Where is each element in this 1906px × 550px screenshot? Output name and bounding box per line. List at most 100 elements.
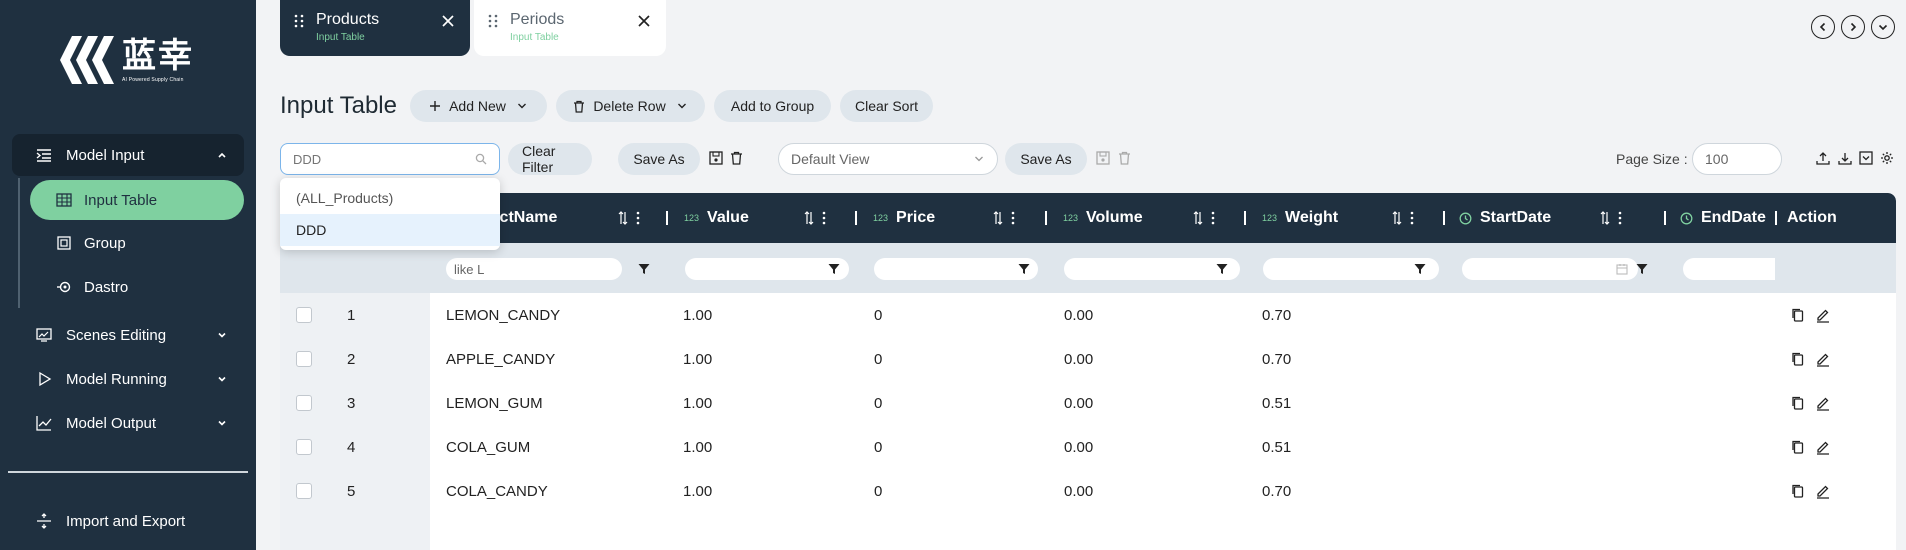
table-row[interactable]: 5 COLA_CANDY 1.00 0 0.00 0.70 (280, 469, 1896, 513)
row-checkbox[interactable] (296, 439, 312, 455)
close-icon[interactable] (636, 13, 652, 29)
edit-icon[interactable] (1815, 483, 1831, 499)
column-header-volume[interactable]: 123 Volume (1045, 193, 1245, 243)
column-header-weight[interactable]: 123 Weight (1244, 193, 1444, 243)
cell-value[interactable]: 1.00 (683, 337, 712, 381)
close-icon[interactable] (440, 13, 456, 29)
clear-sort-button[interactable]: Clear Sort (840, 90, 933, 122)
cell-price[interactable]: 0 (874, 337, 882, 381)
startdate-filter-input[interactable] (1462, 258, 1638, 280)
cell-volume[interactable]: 0.00 (1064, 293, 1093, 337)
row-checkbox[interactable] (296, 307, 312, 323)
cell-price[interactable]: 0 (874, 425, 882, 469)
save-icon[interactable] (708, 150, 724, 166)
column-header-price[interactable]: 123 Price (855, 193, 1045, 243)
cell-weight[interactable]: 0.70 (1262, 293, 1291, 337)
view-select[interactable]: Default View (778, 143, 998, 175)
cell-weight[interactable]: 0.70 (1262, 337, 1291, 381)
tab-products[interactable]: Products Input Table (280, 0, 470, 56)
edit-icon[interactable] (1815, 307, 1831, 323)
sidebar-item-model-running[interactable]: Model Running (12, 359, 244, 399)
edit-icon[interactable] (1815, 351, 1831, 367)
copy-icon[interactable] (1790, 351, 1806, 367)
sidebar-item-group[interactable]: Group (30, 223, 244, 263)
save-as-filter-button[interactable]: Save As (618, 143, 700, 175)
row-checkbox[interactable] (296, 351, 312, 367)
select-columns-icon[interactable] (1858, 150, 1874, 166)
add-new-button[interactable]: Add New (410, 90, 547, 122)
copy-icon[interactable] (1790, 307, 1806, 323)
sidebar-item-dastro[interactable]: Dastro (30, 267, 244, 307)
copy-icon[interactable] (1790, 395, 1806, 411)
sort-icon[interactable] (1193, 211, 1203, 225)
filter-icon[interactable] (828, 263, 840, 275)
save-as-view-button[interactable]: Save As (1005, 143, 1087, 175)
filter-icon[interactable] (1414, 263, 1426, 275)
tab-periods[interactable]: Periods Input Table (474, 0, 666, 56)
filter-icon[interactable] (1216, 263, 1228, 275)
page-size-input[interactable]: 100 (1692, 143, 1782, 175)
edit-icon[interactable] (1815, 395, 1831, 411)
cell-value[interactable]: 1.00 (683, 293, 712, 337)
sidebar-item-scenes-editing[interactable]: Scenes Editing (12, 315, 244, 355)
more-vertical-icon[interactable] (1211, 211, 1215, 225)
cell-price[interactable]: 0 (874, 381, 882, 425)
cell-value[interactable]: 1.00 (683, 381, 712, 425)
scroll-left-button[interactable] (1811, 15, 1835, 39)
sort-icon[interactable] (804, 211, 814, 225)
column-header-productname[interactable]: ductName (480, 193, 670, 243)
sidebar-item-input-table[interactable]: Input Table (30, 180, 244, 220)
cell-volume[interactable]: 0.00 (1064, 425, 1093, 469)
cell-weight[interactable]: 0.51 (1262, 381, 1291, 425)
cell-volume[interactable]: 0.00 (1064, 381, 1093, 425)
cell-price[interactable]: 0 (874, 293, 882, 337)
delete-row-button[interactable]: Delete Row (556, 90, 705, 122)
price-filter-input[interactable] (874, 258, 1038, 280)
cell-volume[interactable]: 0.00 (1064, 337, 1093, 381)
column-header-value[interactable]: 123 Value (666, 193, 856, 243)
volume-filter-input[interactable] (1064, 258, 1240, 280)
dropdown-option-all-products[interactable]: (ALL_Products) (280, 182, 500, 214)
cell-value[interactable]: 1.00 (683, 425, 712, 469)
productname-filter-input[interactable]: like L (446, 258, 622, 280)
upload-icon[interactable] (1815, 150, 1831, 166)
filter-icon[interactable] (638, 263, 650, 275)
cell-value[interactable]: 1.00 (683, 469, 712, 513)
table-row[interactable]: 2 APPLE_CANDY 1.00 0 0.00 0.70 (280, 337, 1896, 381)
edit-icon[interactable] (1815, 439, 1831, 455)
column-header-enddate[interactable]: EndDate (1664, 193, 1774, 243)
download-icon[interactable] (1837, 150, 1853, 166)
more-vertical-icon[interactable] (636, 211, 640, 225)
cell-volume[interactable]: 0.00 (1064, 469, 1093, 513)
sidebar-item-import-export[interactable]: Import and Export (12, 501, 244, 541)
add-to-group-button[interactable]: Add to Group (714, 90, 831, 122)
sidebar-item-model-output[interactable]: Model Output (12, 403, 244, 443)
drag-handle-icon[interactable] (488, 14, 498, 28)
cell-weight[interactable]: 0.51 (1262, 425, 1291, 469)
filter-search-input[interactable] (293, 151, 475, 167)
more-vertical-icon[interactable] (1618, 211, 1622, 225)
dropdown-option-ddd[interactable]: DDD (280, 214, 500, 246)
cell-productname[interactable]: COLA_GUM (446, 425, 530, 469)
drag-handle-icon[interactable] (294, 14, 304, 28)
sort-icon[interactable] (1392, 211, 1402, 225)
cell-weight[interactable]: 0.70 (1262, 469, 1291, 513)
row-checkbox[interactable] (296, 395, 312, 411)
trash-icon[interactable] (728, 150, 744, 166)
cell-productname[interactable]: LEMON_GUM (446, 381, 543, 425)
filter-search-box[interactable] (280, 143, 500, 175)
gear-icon[interactable] (1879, 150, 1895, 166)
copy-icon[interactable] (1790, 439, 1806, 455)
copy-icon[interactable] (1790, 483, 1806, 499)
more-vertical-icon[interactable] (1410, 211, 1414, 225)
sidebar-item-model-input[interactable]: Model Input (12, 134, 244, 176)
table-row[interactable]: 4 COLA_GUM 1.00 0 0.00 0.51 (280, 425, 1896, 469)
calendar-icon[interactable] (1616, 263, 1628, 275)
table-row[interactable]: 1 LEMON_CANDY 1.00 0 0.00 0.70 (280, 293, 1896, 337)
sort-icon[interactable] (993, 211, 1003, 225)
scroll-right-button[interactable] (1841, 15, 1865, 39)
cell-price[interactable]: 0 (874, 469, 882, 513)
more-vertical-icon[interactable] (1011, 211, 1015, 225)
cell-productname[interactable]: APPLE_CANDY (446, 337, 555, 381)
table-row[interactable]: 3 LEMON_GUM 1.00 0 0.00 0.51 (280, 381, 1896, 425)
